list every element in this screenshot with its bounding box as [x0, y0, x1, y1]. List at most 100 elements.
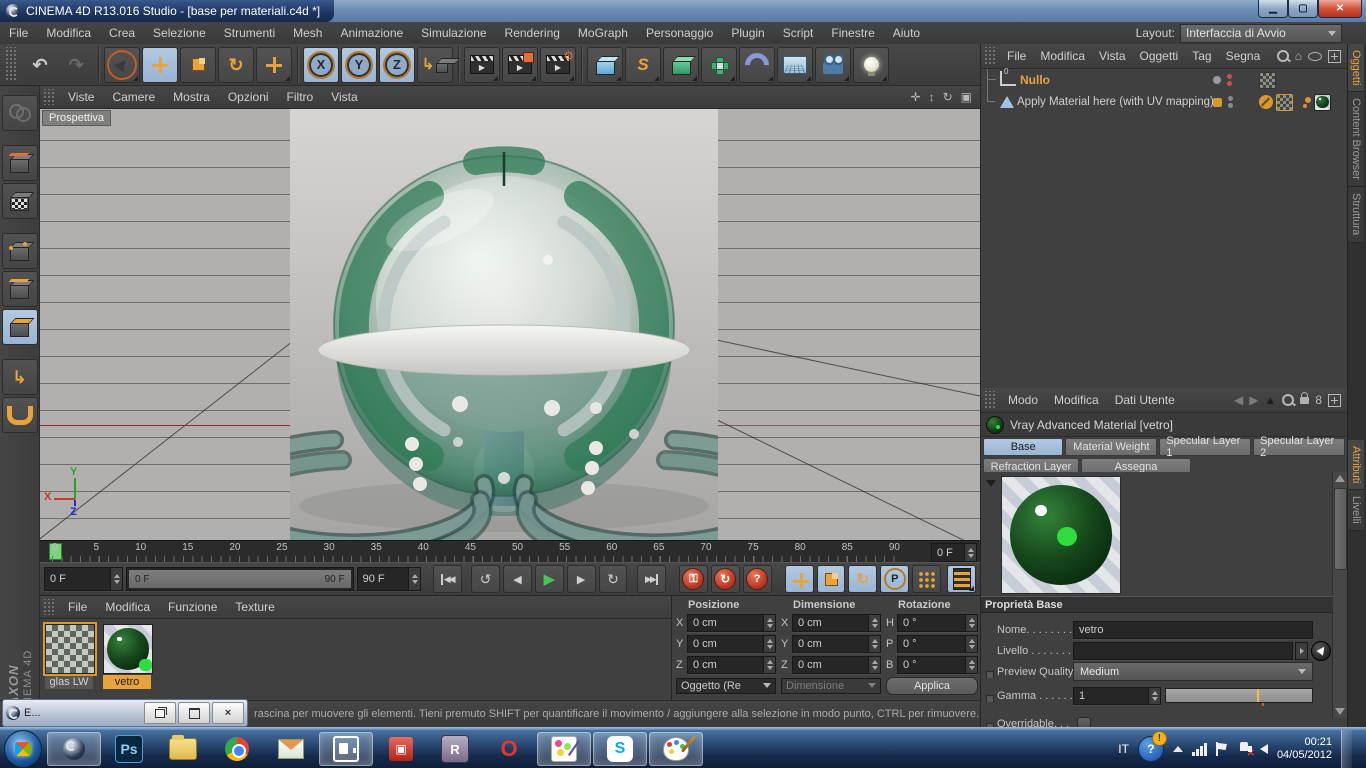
close-button[interactable]: ✕	[1318, 0, 1362, 18]
show-hidden-icons[interactable]	[1173, 746, 1183, 752]
polygon-mode-button[interactable]	[2, 309, 38, 345]
obj-menu-file[interactable]: File	[1000, 49, 1033, 63]
menu-rendering[interactable]: Rendering	[496, 26, 569, 40]
layer-menu-icon[interactable]	[1295, 642, 1308, 660]
minimize-button[interactable]: ▁	[1258, 0, 1288, 18]
size-x-field[interactable]: 0 cm	[792, 614, 881, 632]
mat-menu-funzione[interactable]: Funzione	[159, 600, 226, 614]
taskbar-revit[interactable]: R	[429, 733, 481, 765]
section-header[interactable]: Proprietà Base	[981, 596, 1333, 613]
pan-view-icon[interactable]: ✛	[911, 90, 921, 104]
drag-grip[interactable]	[42, 89, 55, 105]
snap-button[interactable]	[2, 397, 38, 433]
enable-dot-icon[interactable]	[1213, 76, 1221, 84]
close-button[interactable]: ×	[212, 702, 244, 724]
end-frame-field[interactable]: 90 F	[357, 567, 422, 591]
taskbar-cinema4d[interactable]	[47, 732, 101, 766]
attr-menu-dati-utente[interactable]: Dati Utente	[1107, 393, 1183, 407]
gamma-slider[interactable]	[1165, 688, 1313, 703]
add-environment-button[interactable]	[777, 47, 813, 83]
collapse-triangle-icon[interactable]	[986, 480, 996, 487]
add-primitive-button[interactable]	[587, 47, 623, 83]
tab-livelli[interactable]: Livelli	[1348, 490, 1364, 531]
name-field[interactable]: vetro	[1073, 621, 1313, 639]
material-tag-icon[interactable]	[1314, 94, 1331, 111]
taskbar-paint[interactable]	[649, 732, 703, 766]
current-frame-field[interactable]: 0 F	[44, 567, 123, 591]
vp-menu-mostra[interactable]: Mostra	[164, 90, 219, 104]
taskbar-chrome[interactable]	[211, 733, 263, 765]
stepper-icon[interactable]	[964, 544, 976, 561]
tab-specular-layer-1[interactable]: Specular Layer 1	[1159, 438, 1251, 456]
scale-tool-button[interactable]	[180, 47, 216, 83]
menu-animazione[interactable]: Animazione	[331, 26, 412, 40]
coordinate-system-button[interactable]: ↳	[417, 47, 453, 83]
add-panel-icon[interactable]	[1328, 50, 1341, 63]
pos-z-field[interactable]: 0 cm	[687, 656, 776, 674]
obj-menu-oggetti[interactable]: Oggetti	[1133, 49, 1186, 63]
pos-x-field[interactable]: 0 cm	[687, 614, 776, 632]
taskbar-explorer[interactable]	[157, 733, 209, 765]
menu-personaggio[interactable]: Personaggio	[637, 26, 722, 40]
history-forward-icon[interactable]: ▶	[1249, 393, 1258, 407]
rotate-tool-button[interactable]: ↻	[218, 47, 254, 83]
floating-mini-window[interactable]: E... ×	[2, 699, 248, 727]
loop-forward-button[interactable]: ↻	[599, 565, 628, 593]
undo-button[interactable]: ↶	[23, 48, 57, 82]
visibility-dots-icon[interactable]	[1227, 74, 1232, 86]
drag-grip[interactable]	[983, 47, 996, 65]
lock-icon[interactable]	[1300, 397, 1309, 404]
point-mode-button[interactable]	[2, 233, 38, 269]
mat-menu-file[interactable]: File	[59, 600, 96, 614]
stepper-icon[interactable]	[1148, 688, 1160, 704]
lock-x-axis-button[interactable]: X	[303, 47, 339, 83]
link-icon[interactable]: 8	[1315, 393, 1322, 407]
object-name[interactable]: Apply Material here (with UV mapping)	[1017, 96, 1214, 108]
add-cloner-button[interactable]	[701, 47, 737, 83]
timeline-ruler[interactable]: 0510 152025 303540 455055 606570 758085 …	[40, 540, 980, 563]
pick-layer-icon[interactable]	[1311, 641, 1331, 661]
ruler-frame-field[interactable]: 0 F	[931, 543, 977, 562]
scroll-up-icon[interactable]	[1335, 475, 1345, 482]
move-tool-button[interactable]	[142, 47, 178, 83]
taskbar-opera[interactable]: O	[483, 733, 535, 765]
taskbar-photoshop[interactable]: Ps	[103, 733, 155, 765]
obj-menu-modifica[interactable]: Modifica	[1033, 49, 1092, 63]
tab-struttura[interactable]: Struttura	[1348, 187, 1364, 242]
rotate-view-icon[interactable]: ↻	[943, 90, 953, 104]
taskbar-mail[interactable]	[265, 733, 317, 765]
vp-menu-opzioni[interactable]: Opzioni	[219, 90, 278, 104]
vp-menu-camere[interactable]: Camere	[103, 90, 164, 104]
clock[interactable]: 00:21 04/05/2012	[1277, 736, 1332, 762]
tab-attributi[interactable]: Attributi	[1348, 440, 1364, 490]
step-back-button[interactable]: ◀	[503, 565, 532, 593]
view-label[interactable]: Prospettiva	[42, 110, 111, 126]
size-z-field[interactable]: 0 cm	[792, 656, 881, 674]
texture-mode-button[interactable]	[2, 183, 38, 219]
menu-simulazione[interactable]: Simulazione	[412, 26, 495, 40]
render-settings-button[interactable]: ▶⚙	[540, 47, 576, 83]
action-center-icon[interactable]	[1216, 742, 1228, 756]
home-icon[interactable]: ⌂	[1295, 49, 1302, 63]
tab-oggetti[interactable]: Oggetti	[1348, 44, 1364, 92]
menu-selezione[interactable]: Selezione	[144, 26, 215, 40]
axis-mode-button[interactable]: ↳	[2, 359, 38, 395]
key-rotation-toggle[interactable]: ↻	[848, 565, 877, 593]
layout-dropdown[interactable]: Interfaccia di Avvio	[1180, 24, 1342, 43]
go-to-end-button[interactable]: ▶▶	[637, 565, 666, 593]
edge-mode-button[interactable]	[2, 271, 38, 307]
scrollbar[interactable]	[1332, 472, 1347, 718]
drag-grip[interactable]	[42, 599, 55, 615]
vp-menu-viste[interactable]: Viste	[59, 90, 103, 104]
render-picture-viewer-button[interactable]: ▶	[502, 47, 538, 83]
search-icon[interactable]	[1277, 50, 1289, 62]
network-signal-icon[interactable]	[1192, 743, 1207, 756]
scroll-thumb[interactable]	[1334, 488, 1347, 570]
object-row-apply-material[interactable]: Apply Material here (with UV mapping)	[981, 91, 1347, 113]
texture-tag-icon[interactable]	[1259, 72, 1276, 89]
menu-finestre[interactable]: Finestre	[822, 26, 883, 40]
restore-button[interactable]	[144, 702, 176, 724]
material-thumbnail-vetro[interactable]	[103, 624, 153, 674]
viewport[interactable]: Viste Camere Mostra Opzioni Filtro Vista…	[40, 86, 980, 540]
obj-menu-tag[interactable]: Tag	[1185, 49, 1218, 63]
